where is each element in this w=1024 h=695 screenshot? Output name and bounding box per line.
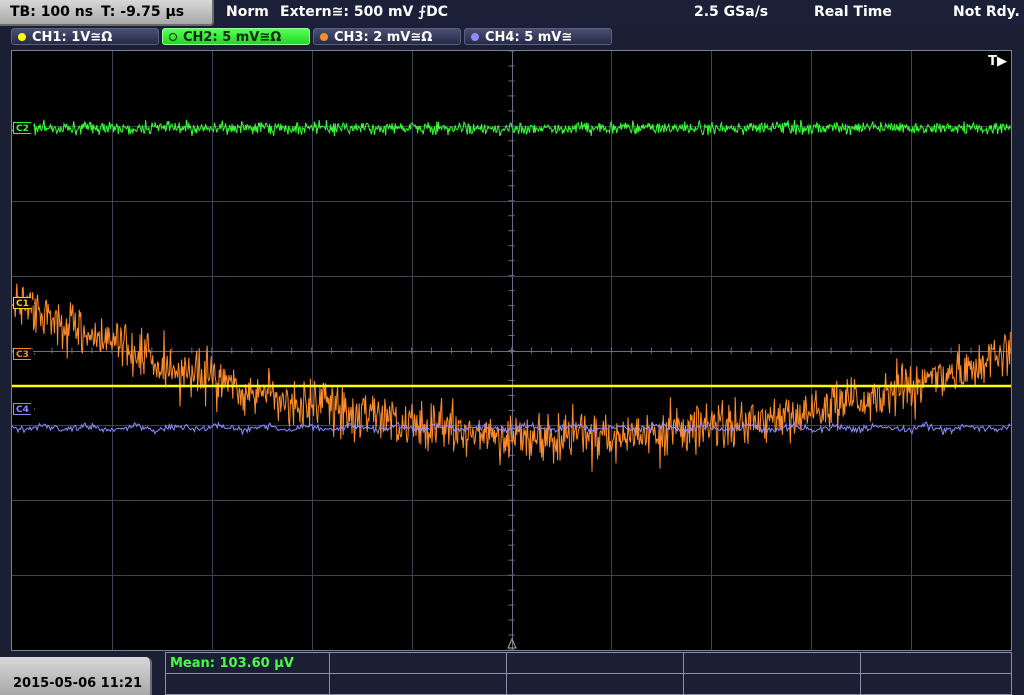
measurement-slot[interactable] (329, 652, 507, 674)
measurement-slot[interactable] (683, 652, 861, 674)
measurement-slot[interactable] (860, 652, 1012, 674)
measurement-slot[interactable] (683, 673, 861, 695)
trigger-mode[interactable]: Norm (226, 0, 269, 24)
channel-dot-icon (18, 33, 26, 41)
trigger-position-label: T: -9.75 µs (101, 4, 185, 20)
bottom-bar: 2015-05-06 11:21 Mean: 103.60 µV (0, 652, 1024, 695)
marker-label: C3 (16, 350, 29, 360)
measurement-slot[interactable] (860, 673, 1012, 695)
timebase-label: TB: 100 ns (10, 4, 94, 20)
marker-label: C4 (16, 405, 29, 415)
measurement-slot[interactable] (506, 652, 684, 674)
waveform-display[interactable]: T▶ C1 C2 C3 C4 (11, 50, 1012, 651)
channel-tab-label: CH4: 5 mV≅ (485, 30, 573, 45)
measurement-table[interactable]: Mean: 103.60 µV (165, 652, 1012, 695)
acquisition-status: Not Rdy. (953, 4, 1020, 20)
ch2-offset-marker[interactable]: C2 (13, 122, 35, 134)
timebase-box[interactable]: TB: 100 ns T: -9.75 µs (0, 0, 214, 26)
ch2-waveform (12, 119, 1011, 137)
datetime-display: 2015-05-06 11:21 (0, 657, 152, 695)
channel-tab-label: CH2: 5 mV≅Ω (183, 30, 282, 45)
channel-tab-label: CH3: 2 mV≅Ω (334, 30, 433, 45)
measurement-slot[interactable] (165, 673, 330, 695)
channel-tab-ch3[interactable]: CH3: 2 mV≅Ω (313, 28, 461, 45)
ch3-offset-marker[interactable]: C3 (13, 348, 35, 360)
marker-label: C2 (16, 124, 29, 134)
channel-dot-icon (169, 33, 177, 41)
ch4-offset-marker[interactable]: C4 (13, 403, 35, 415)
acquisition-mode[interactable]: Real Time (814, 0, 892, 24)
measurement-slot[interactable] (329, 673, 507, 695)
measurement-mean[interactable]: Mean: 103.60 µV (165, 652, 330, 674)
trigger-source[interactable]: Extern≅: 500 mV ⨍DC (280, 0, 448, 24)
channel-tab-ch4[interactable]: CH4: 5 mV≅ (464, 28, 612, 45)
measurement-slot[interactable] (506, 673, 684, 695)
status-bar: TB: 100 ns T: -9.75 µs Norm Extern≅: 500… (0, 0, 1024, 26)
marker-label: C1 (16, 299, 29, 309)
channel-tab-ch2[interactable]: CH2: 5 mV≅Ω (162, 28, 310, 45)
channel-tab-label: CH1: 1V≅Ω (32, 30, 113, 45)
channel-tab-ch1[interactable]: CH1: 1V≅Ω (11, 28, 159, 45)
sample-rate[interactable]: 2.5 GSa/s (694, 0, 768, 24)
channel-dot-icon (320, 33, 328, 41)
trigger-indicator: T▶ (988, 54, 1007, 69)
ch3-waveform (12, 283, 1011, 472)
channel-dot-icon (471, 33, 479, 41)
waveform-traces (12, 119, 1011, 649)
ch1-offset-marker[interactable]: C1 (13, 297, 35, 309)
trigger-position-triangle-icon (507, 637, 517, 649)
